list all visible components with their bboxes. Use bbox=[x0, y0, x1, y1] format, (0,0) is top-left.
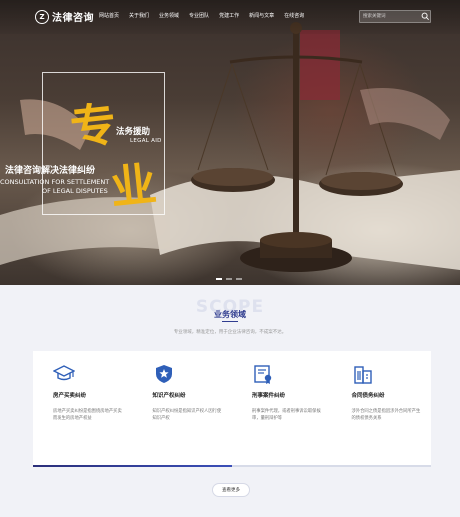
slider-dots bbox=[216, 278, 246, 280]
card-accent-bar bbox=[232, 465, 332, 467]
card-title: 房产买卖纠纷 bbox=[53, 393, 87, 399]
legal-aid-subtitle: LEGAL AID bbox=[130, 138, 162, 144]
legal-aid-title: 法务援助 bbox=[116, 127, 151, 137]
card-description: 知识产权纠纷是指知识产权人因行使知识产权 bbox=[152, 409, 222, 421]
hero-headline: 法律咨询解决法律纠纷 bbox=[5, 166, 96, 176]
search-input[interactable] bbox=[363, 11, 418, 22]
card-title: 刑事案件纠纷 bbox=[252, 393, 286, 399]
site-header: Z 法律咨询 网站首页 关于我们 业务领域 专业团队 党建工作 新闻与文章 在线… bbox=[0, 0, 460, 34]
nav-item-business[interactable]: 业务领域 bbox=[159, 12, 179, 19]
search-icon[interactable] bbox=[421, 12, 430, 21]
card-description: 刑事案件代理，或者刑事诉讼取保候审，量刑辩护等 bbox=[252, 409, 321, 421]
nav-item-about[interactable]: 关于我们 bbox=[129, 12, 149, 19]
title-underline bbox=[222, 321, 238, 322]
business-card[interactable]: 刑事案件纠纷 刑事案件代理，或者刑事诉讼取保候审，量刑辩护等 bbox=[232, 351, 332, 467]
card-title: 知识产权纠纷 bbox=[152, 393, 186, 399]
logo[interactable]: Z 法律咨询 bbox=[35, 9, 94, 24]
hero-big-char: 业 bbox=[107, 156, 160, 216]
card-description: 涉外合同之债是指因涉外合同所产生的债权债务关系 bbox=[351, 409, 421, 421]
business-card[interactable]: 知识产权纠纷 知识产权纠纷是指知识产权人因行使知识产权 bbox=[133, 351, 233, 467]
nav-item-party[interactable]: 党建工作 bbox=[219, 12, 239, 19]
main-nav: 网站首页 关于我们 业务领域 专业团队 党建工作 新闻与文章 在线咨询 bbox=[92, 12, 314, 19]
hero-banner: Z 法律咨询 网站首页 关于我们 业务领域 专业团队 党建工作 新闻与文章 在线… bbox=[0, 0, 460, 285]
slider-dot[interactable] bbox=[216, 278, 222, 280]
slider-dot[interactable] bbox=[236, 278, 242, 280]
card-description: 房地产买卖纠纷是指围绕房地产买卖而发生的房地产权益 bbox=[53, 409, 122, 421]
star-badge-icon bbox=[155, 365, 172, 383]
logo-icon: Z bbox=[35, 9, 49, 24]
hero-big-char: 专 bbox=[67, 96, 120, 156]
business-card[interactable]: 合同债务纠纷 涉外合同之债是指因涉外合同所产生的债权债务关系 bbox=[331, 351, 431, 467]
hero-subline: OF LEGAL DISPUTES bbox=[42, 187, 108, 195]
business-cards: 房产买卖纠纷 房地产买卖纠纷是指围绕房地产买卖而发生的房地产权益 知识产权纠纷 … bbox=[33, 351, 431, 467]
card-accent-bar bbox=[331, 465, 431, 467]
building-icon bbox=[353, 366, 372, 384]
logo-text: 法律咨询 bbox=[52, 13, 94, 24]
section-subtitle: 专业领域，精准定位，用于企业法律咨询，不成案不达。 bbox=[173, 330, 287, 335]
nav-item-news[interactable]: 新闻与文章 bbox=[249, 12, 274, 19]
business-card[interactable]: 房产买卖纠纷 房地产买卖纠纷是指围绕房地产买卖而发生的房地产权益 bbox=[33, 351, 232, 467]
search-box bbox=[359, 10, 431, 23]
nav-item-consult[interactable]: 在线咨询 bbox=[284, 12, 304, 19]
slider-dot[interactable] bbox=[226, 278, 232, 280]
view-more-button[interactable]: 查看更多 bbox=[212, 483, 250, 497]
certificate-icon bbox=[254, 365, 272, 384]
card-title: 合同债务纠纷 bbox=[351, 393, 385, 399]
hero-subline: CONSULTATION FOR SETTLEMENT bbox=[0, 178, 110, 186]
graduation-cap-icon bbox=[53, 365, 75, 381]
nav-item-home[interactable]: 网站首页 bbox=[99, 12, 119, 19]
section-title: 业务领域 bbox=[214, 310, 246, 319]
nav-item-team[interactable]: 专业团队 bbox=[189, 12, 209, 19]
